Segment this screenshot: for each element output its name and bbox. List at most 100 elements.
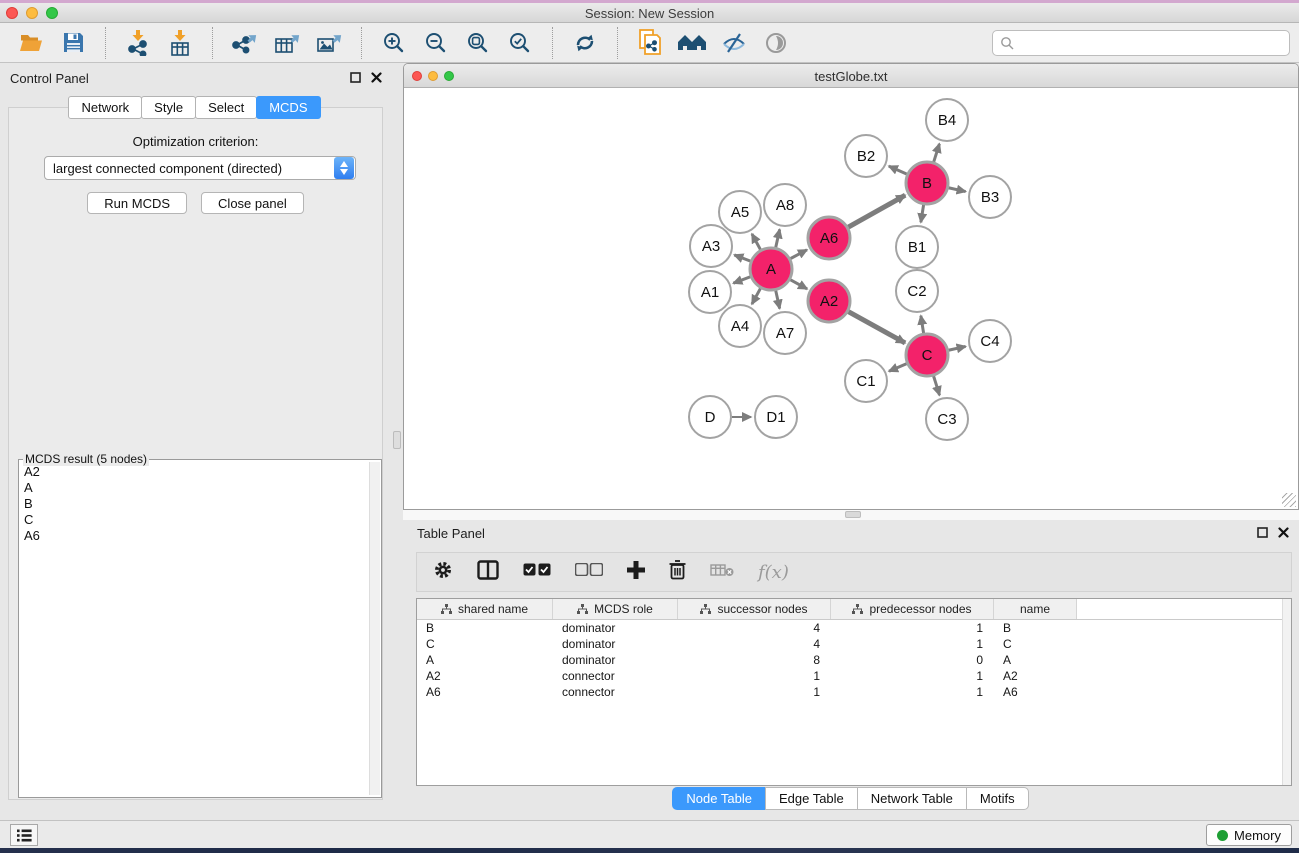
copy-style-button[interactable] bbox=[634, 27, 666, 59]
unselect-all-columns-button[interactable] bbox=[575, 563, 603, 581]
table-cell[interactable]: A bbox=[417, 652, 553, 668]
table-cell[interactable]: dominator bbox=[553, 636, 678, 652]
graph-edge-C-C4[interactable] bbox=[948, 346, 965, 350]
home-layout-button[interactable] bbox=[676, 27, 708, 59]
graph-edge-B-B4[interactable] bbox=[934, 144, 940, 162]
float-table-panel-icon[interactable] bbox=[1257, 527, 1268, 538]
save-session-button[interactable] bbox=[57, 27, 89, 59]
graph-node-A2[interactable]: A2 bbox=[808, 280, 850, 322]
window-resize-grip[interactable] bbox=[1282, 493, 1296, 507]
graph-edge-A-A1[interactable] bbox=[733, 277, 750, 283]
graph-edge-A-A4[interactable] bbox=[752, 288, 761, 304]
table-row[interactable]: Cdominator41C bbox=[417, 636, 1291, 652]
table-row[interactable]: Bdominator41B bbox=[417, 620, 1291, 636]
result-item[interactable]: A2 bbox=[21, 464, 367, 480]
table-row[interactable]: A6connector11A6 bbox=[417, 684, 1291, 700]
open-session-button[interactable] bbox=[15, 27, 47, 59]
table-cell[interactable]: A6 bbox=[994, 684, 1077, 700]
graph-edge-A-A2[interactable] bbox=[790, 280, 807, 289]
result-item[interactable]: A6 bbox=[21, 528, 367, 544]
graph-edge-A-A7[interactable] bbox=[776, 290, 780, 308]
network-window-titlebar[interactable]: testGlobe.txt bbox=[404, 64, 1298, 88]
table-cell[interactable]: 1 bbox=[831, 668, 994, 684]
table-cell[interactable]: dominator bbox=[553, 652, 678, 668]
show-graphics-details-button[interactable] bbox=[760, 27, 792, 59]
column-header[interactable]: successor nodes bbox=[678, 599, 831, 619]
graph-edge-A-A5[interactable] bbox=[752, 234, 761, 250]
tab-edge-table[interactable]: Edge Table bbox=[765, 787, 858, 810]
tab-mcds[interactable]: MCDS bbox=[256, 96, 320, 119]
table-cell[interactable]: connector bbox=[553, 668, 678, 684]
tab-network-table[interactable]: Network Table bbox=[857, 787, 967, 810]
export-table-button[interactable] bbox=[271, 27, 303, 59]
graph-node-A8[interactable]: A8 bbox=[764, 184, 806, 226]
column-header[interactable]: MCDS role bbox=[553, 599, 678, 619]
horizontal-splitter[interactable] bbox=[403, 510, 1299, 520]
graph-edge-A-A3[interactable] bbox=[734, 255, 750, 261]
graph-node-B2[interactable]: B2 bbox=[845, 135, 887, 177]
export-network-button[interactable] bbox=[229, 27, 261, 59]
delete-columns-button[interactable] bbox=[669, 560, 686, 585]
table-cell[interactable]: 4 bbox=[678, 636, 831, 652]
zoom-out-button[interactable] bbox=[420, 27, 452, 59]
float-panel-icon[interactable] bbox=[350, 72, 361, 83]
graph-edge-B-B3[interactable] bbox=[948, 188, 965, 192]
table-cell[interactable]: 1 bbox=[831, 620, 994, 636]
graph-node-C2[interactable]: C2 bbox=[896, 270, 938, 312]
refresh-view-button[interactable] bbox=[569, 27, 601, 59]
table-row[interactable]: Adominator80A bbox=[417, 652, 1291, 668]
close-panel-icon[interactable] bbox=[371, 72, 382, 83]
toggle-column-panel-button[interactable] bbox=[477, 560, 499, 585]
table-cell[interactable]: 0 bbox=[831, 652, 994, 668]
graph-node-A[interactable]: A bbox=[750, 248, 792, 290]
zoom-fit-button[interactable] bbox=[462, 27, 494, 59]
zoom-selected-button[interactable] bbox=[504, 27, 536, 59]
graph-edge-C-C1[interactable] bbox=[889, 364, 907, 372]
table-cell[interactable]: C bbox=[994, 636, 1077, 652]
table-cell[interactable]: A bbox=[994, 652, 1077, 668]
graph-node-C4[interactable]: C4 bbox=[969, 320, 1011, 362]
result-item[interactable]: B bbox=[21, 496, 367, 512]
graph-edge-B-B2[interactable] bbox=[889, 166, 907, 174]
task-history-button[interactable] bbox=[10, 824, 38, 846]
export-image-button[interactable] bbox=[313, 27, 345, 59]
graph-node-B3[interactable]: B3 bbox=[969, 176, 1011, 218]
graph-edge-C-C2[interactable] bbox=[921, 316, 924, 334]
table-cell[interactable]: dominator bbox=[553, 620, 678, 636]
column-settings-button[interactable] bbox=[433, 560, 453, 585]
graph-node-B1[interactable]: B1 bbox=[896, 226, 938, 268]
table-cell[interactable]: connector bbox=[553, 684, 678, 700]
graph-node-A5[interactable]: A5 bbox=[719, 191, 761, 233]
table-scrollbar[interactable] bbox=[1282, 599, 1291, 785]
table-cell[interactable]: 1 bbox=[678, 668, 831, 684]
optimization-criterion-select[interactable]: largest connected component (directed) bbox=[44, 156, 356, 180]
graph-edge-B-B1[interactable] bbox=[921, 205, 924, 223]
graph-edge-C-C3[interactable] bbox=[934, 376, 940, 395]
table-cell[interactable]: 1 bbox=[831, 636, 994, 652]
graph-node-A4[interactable]: A4 bbox=[719, 305, 761, 347]
table-cell[interactable]: C bbox=[417, 636, 553, 652]
tab-node-table[interactable]: Node Table bbox=[672, 787, 766, 810]
graph-node-B[interactable]: B bbox=[906, 162, 948, 204]
table-cell[interactable]: 1 bbox=[678, 684, 831, 700]
tab-select[interactable]: Select bbox=[195, 96, 257, 119]
table-cell[interactable]: A6 bbox=[417, 684, 553, 700]
run-mcds-button[interactable]: Run MCDS bbox=[87, 192, 187, 214]
table-row[interactable]: A2connector11A2 bbox=[417, 668, 1291, 684]
graph-node-A7[interactable]: A7 bbox=[764, 312, 806, 354]
graph-node-C[interactable]: C bbox=[906, 334, 948, 376]
close-table-panel-icon[interactable] bbox=[1278, 527, 1289, 538]
result-item[interactable]: C bbox=[21, 512, 367, 528]
graph-node-A3[interactable]: A3 bbox=[690, 225, 732, 267]
graph-node-C1[interactable]: C1 bbox=[845, 360, 887, 402]
table-cell[interactable]: B bbox=[417, 620, 553, 636]
result-list-scrollbar[interactable] bbox=[369, 462, 380, 795]
vertical-splitter-handle[interactable] bbox=[393, 431, 401, 449]
result-item[interactable]: A bbox=[21, 480, 367, 496]
graph-node-D1[interactable]: D1 bbox=[755, 396, 797, 438]
graph-node-A6[interactable]: A6 bbox=[808, 217, 850, 259]
table-cell[interactable]: 1 bbox=[831, 684, 994, 700]
graph-node-B4[interactable]: B4 bbox=[926, 99, 968, 141]
table-cell[interactable]: 4 bbox=[678, 620, 831, 636]
table-cell[interactable]: B bbox=[994, 620, 1077, 636]
